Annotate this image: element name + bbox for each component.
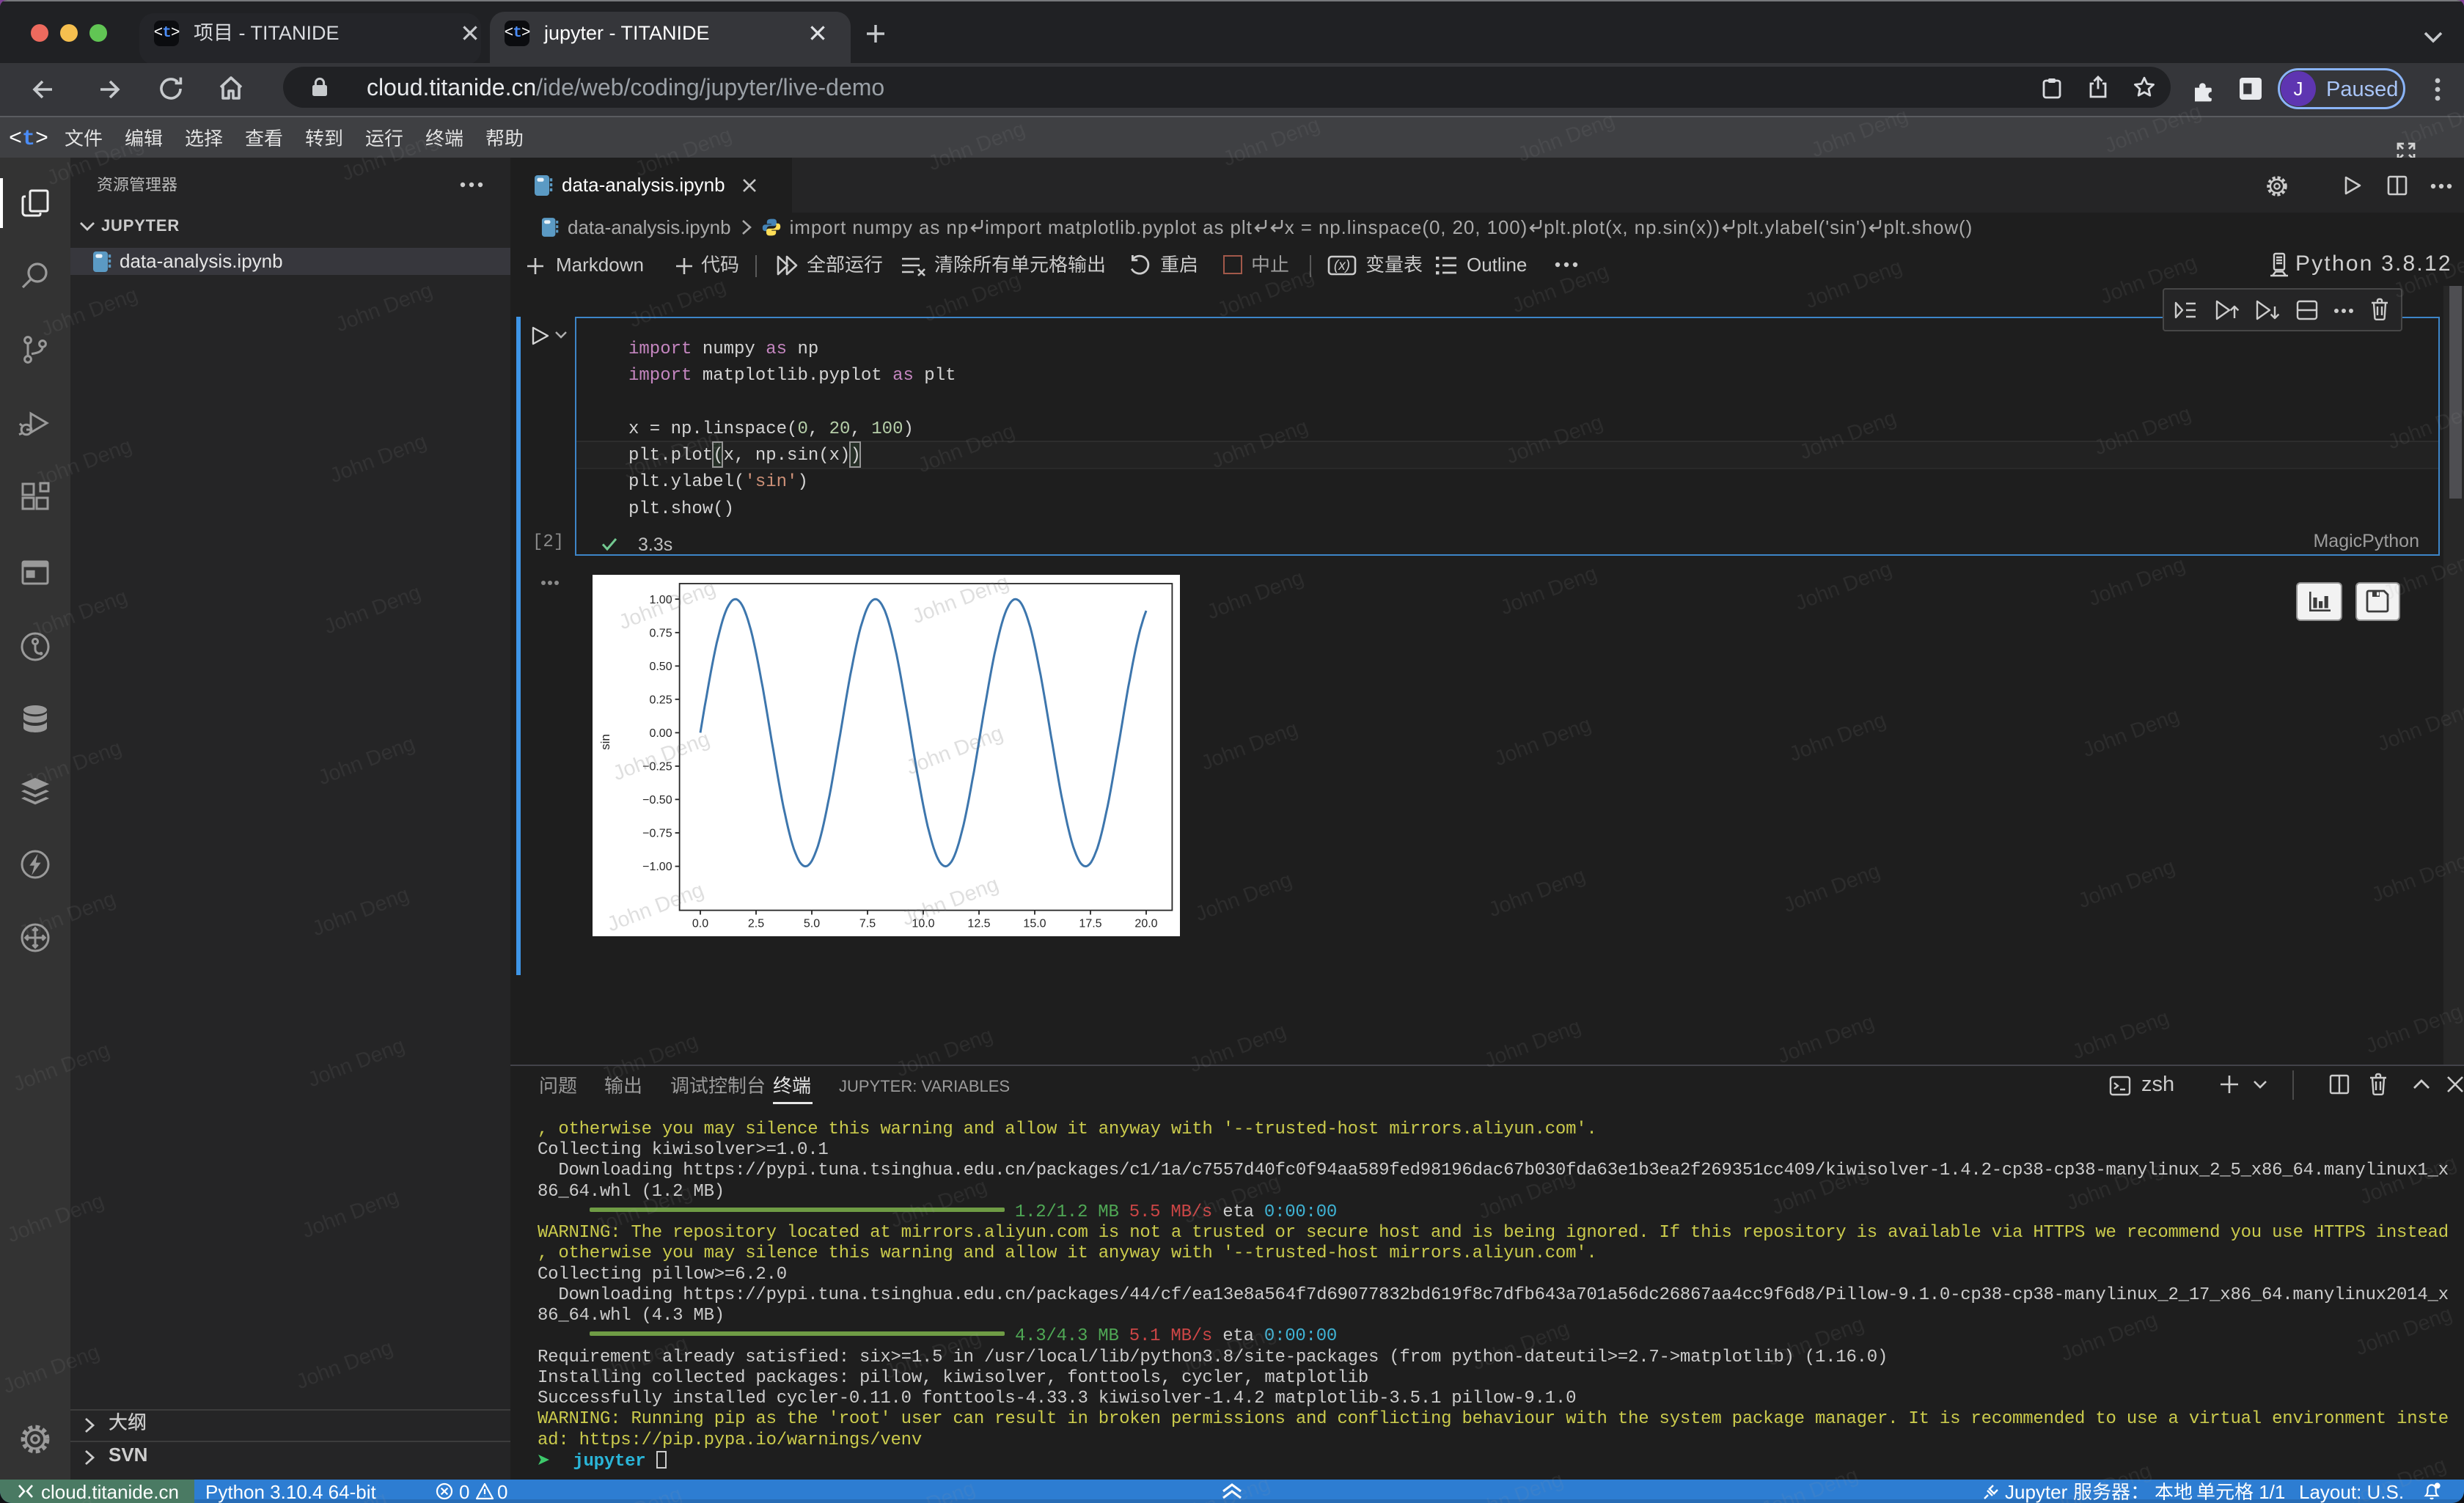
svg-text:(x): (x) bbox=[1334, 258, 1350, 273]
svg-text:17.5: 17.5 bbox=[1079, 918, 1101, 930]
svg-text:20.0: 20.0 bbox=[1134, 918, 1157, 930]
svg-text:1.00: 1.00 bbox=[649, 594, 672, 606]
svg-text:0.25: 0.25 bbox=[649, 694, 672, 706]
svg-text:−1.00: −1.00 bbox=[642, 861, 672, 873]
svg-text:10.0: 10.0 bbox=[912, 918, 934, 930]
svg-text:0.00: 0.00 bbox=[649, 727, 672, 740]
svg-text:5.0: 5.0 bbox=[804, 918, 820, 930]
svg-text:0.75: 0.75 bbox=[649, 627, 672, 639]
svg-text:15.0: 15.0 bbox=[1023, 918, 1046, 930]
svg-text:7.5: 7.5 bbox=[859, 918, 876, 930]
svg-text:sin: sin bbox=[598, 734, 612, 750]
svg-text:0.50: 0.50 bbox=[649, 661, 672, 673]
svg-text:−0.75: −0.75 bbox=[642, 828, 672, 840]
svg-text:2.5: 2.5 bbox=[748, 918, 764, 930]
svg-text:0.0: 0.0 bbox=[692, 918, 708, 930]
svg-text:−0.25: −0.25 bbox=[642, 761, 672, 773]
svg-text:12.5: 12.5 bbox=[967, 918, 990, 930]
svg-text:−0.50: −0.50 bbox=[642, 794, 672, 806]
